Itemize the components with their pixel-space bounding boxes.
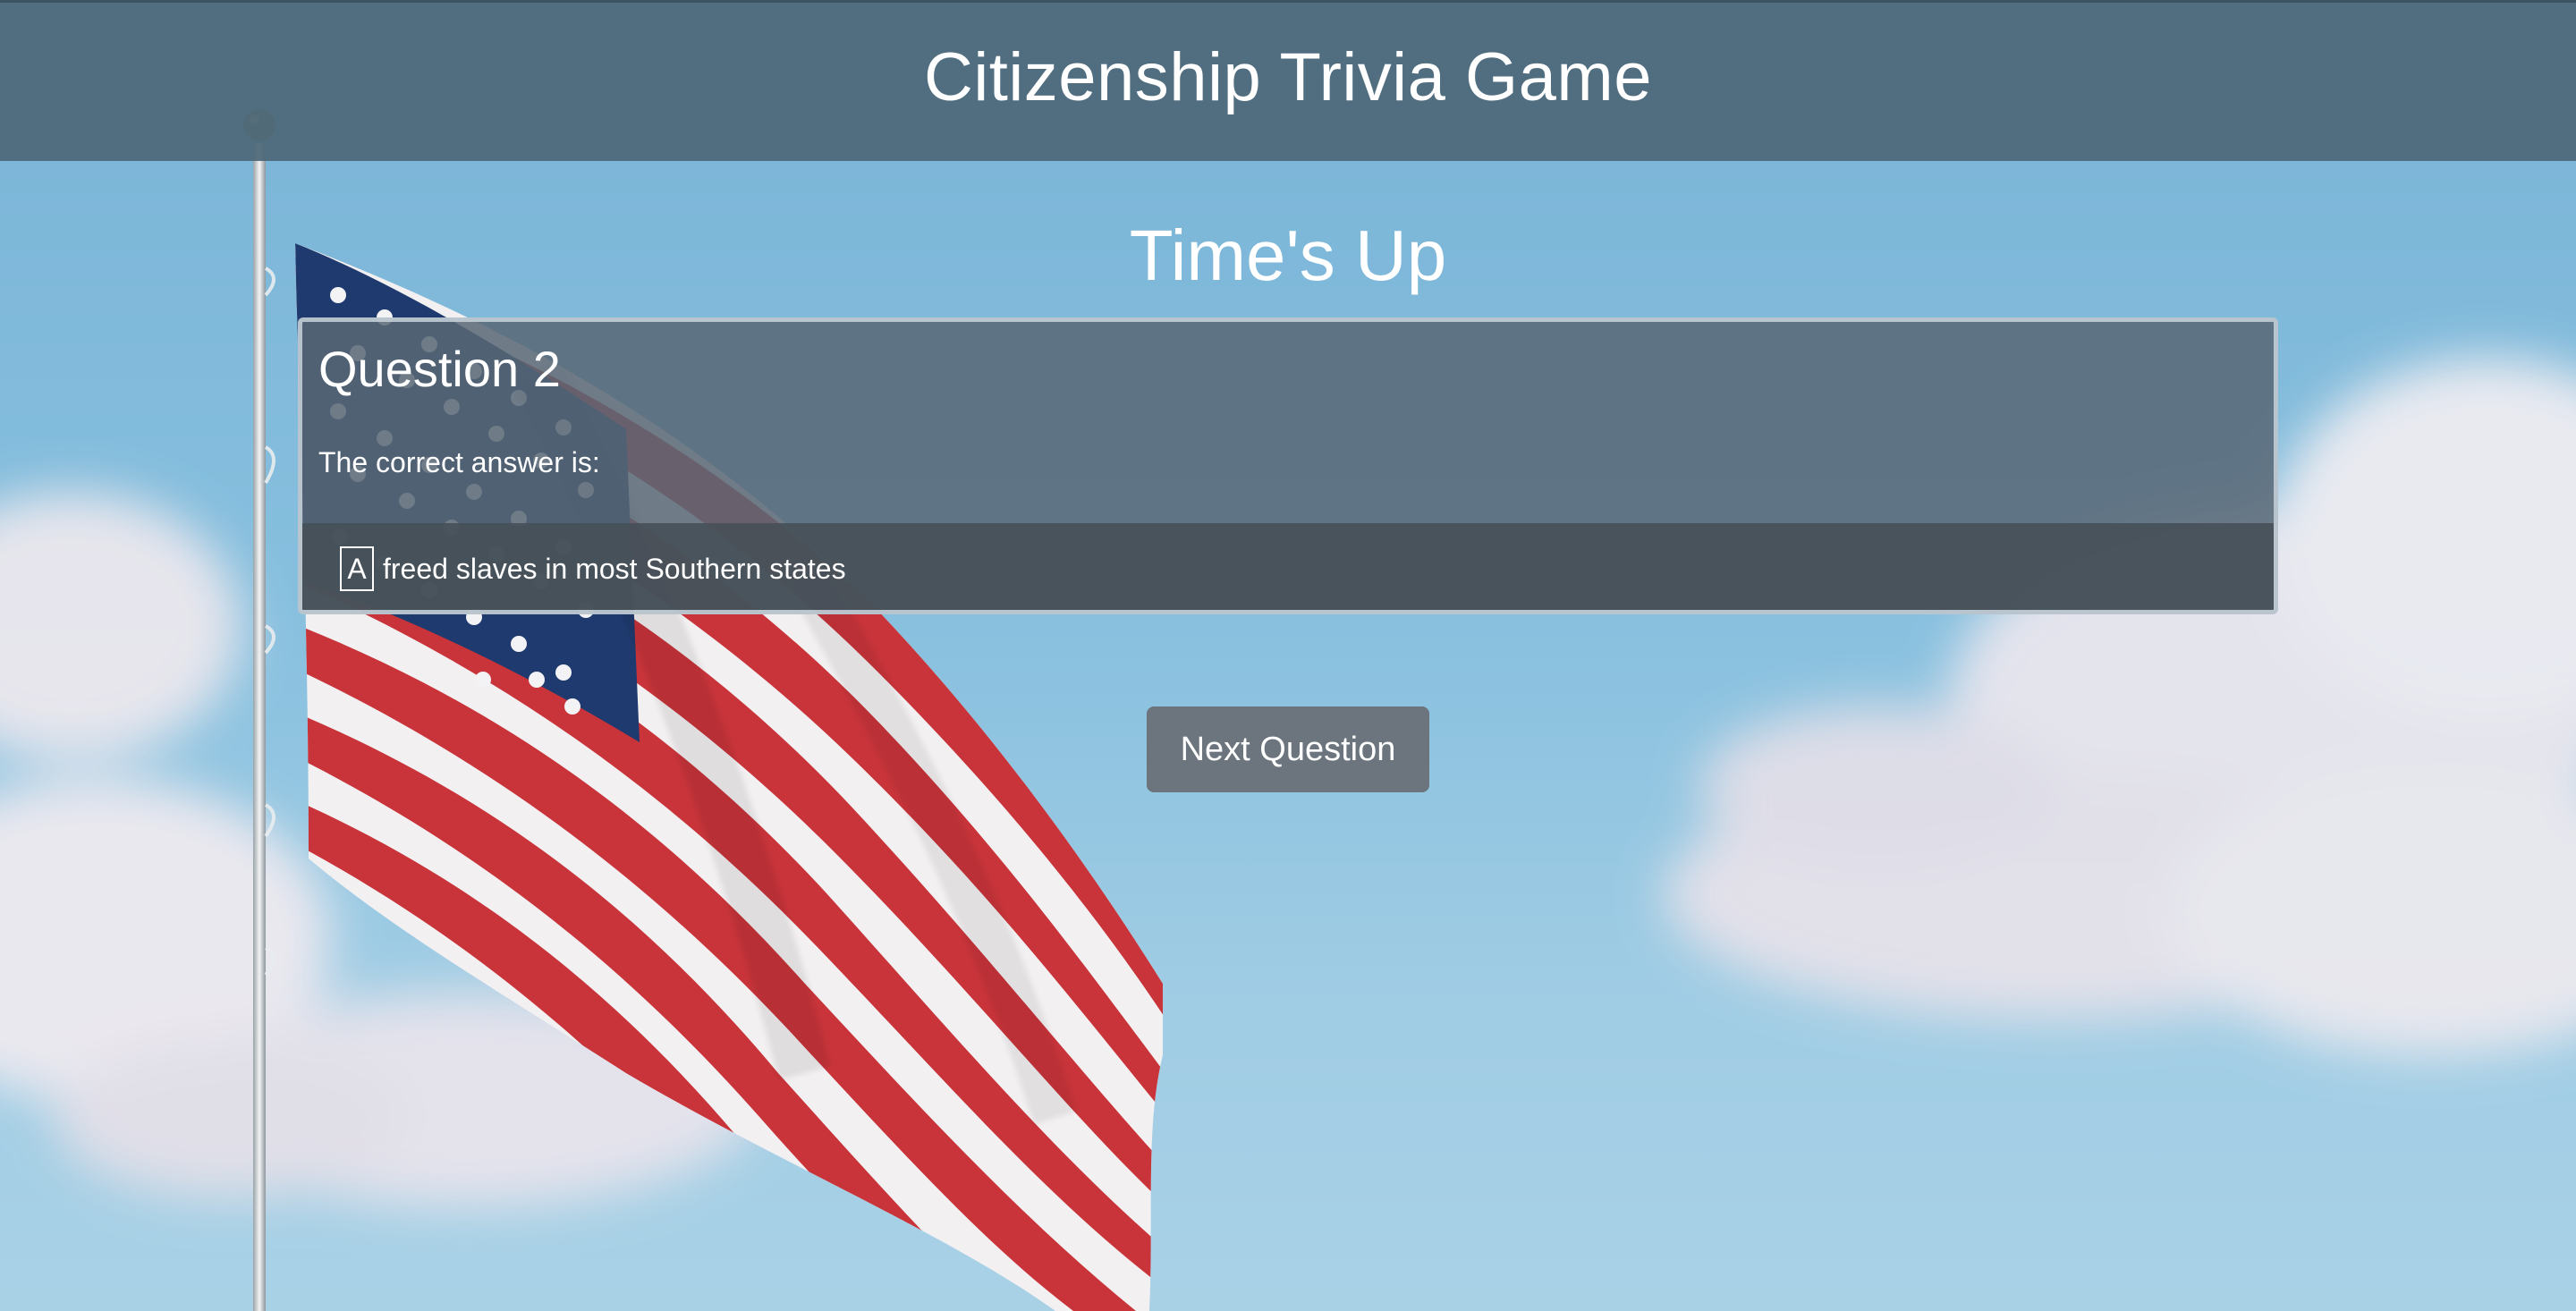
app-title: Citizenship Trivia Game bbox=[924, 39, 1652, 115]
question-title: Question 2 bbox=[318, 341, 561, 397]
status-heading: Time's Up bbox=[1129, 216, 1447, 295]
app-header: Citizenship Trivia Game bbox=[0, 0, 2576, 161]
correct-answer-prompt: The correct answer is: bbox=[318, 446, 600, 478]
correct-answer-row: A freed slaves in most Southern states bbox=[302, 523, 2274, 610]
next-question-button[interactable]: Next Question bbox=[1147, 706, 1429, 792]
answer-letter-badge: A bbox=[340, 546, 374, 591]
question-card: Question 2 The correct answer is: A free… bbox=[298, 317, 2278, 614]
answer-text: freed slaves in most Southern states bbox=[383, 552, 846, 585]
background-flag-photo bbox=[0, 109, 2576, 1311]
